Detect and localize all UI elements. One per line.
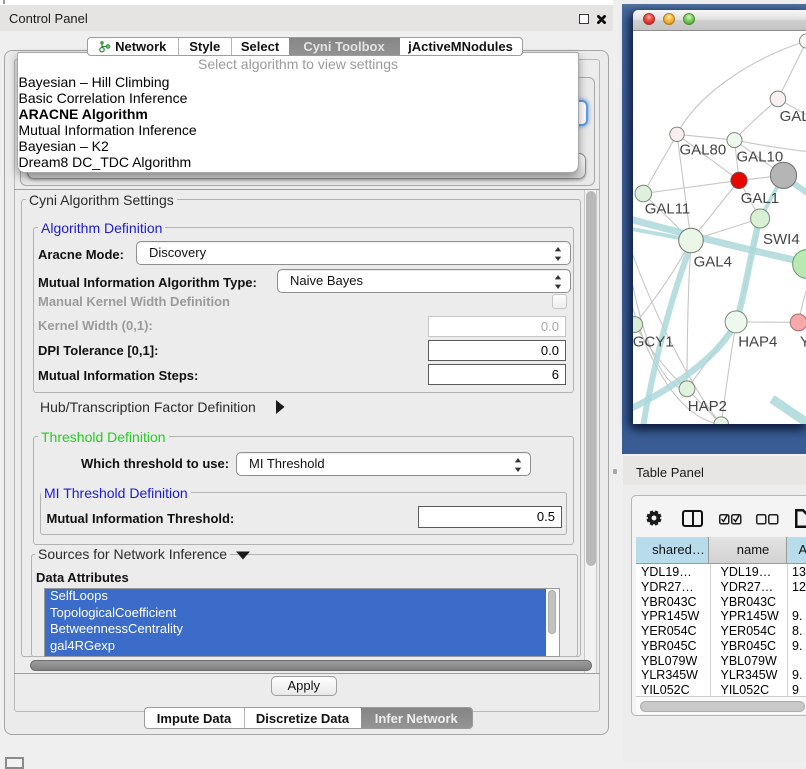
svg-text:GAL4: GAL4 <box>694 254 732 271</box>
svg-text:GAL8: GAL8 <box>780 108 806 125</box>
svg-text:SWI4: SWI4 <box>763 231 800 248</box>
svg-text:HAP2: HAP2 <box>688 398 727 415</box>
svg-text:GAL80: GAL80 <box>680 142 727 159</box>
svg-text:GAL11: GAL11 <box>645 201 691 218</box>
svg-text:GAL1: GAL1 <box>741 190 779 207</box>
svg-text:GCY1: GCY1 <box>633 334 674 351</box>
svg-text:Y: Y <box>800 334 806 351</box>
svg-text:GAL10: GAL10 <box>737 149 784 166</box>
svg-text:HAP4: HAP4 <box>738 334 777 351</box>
